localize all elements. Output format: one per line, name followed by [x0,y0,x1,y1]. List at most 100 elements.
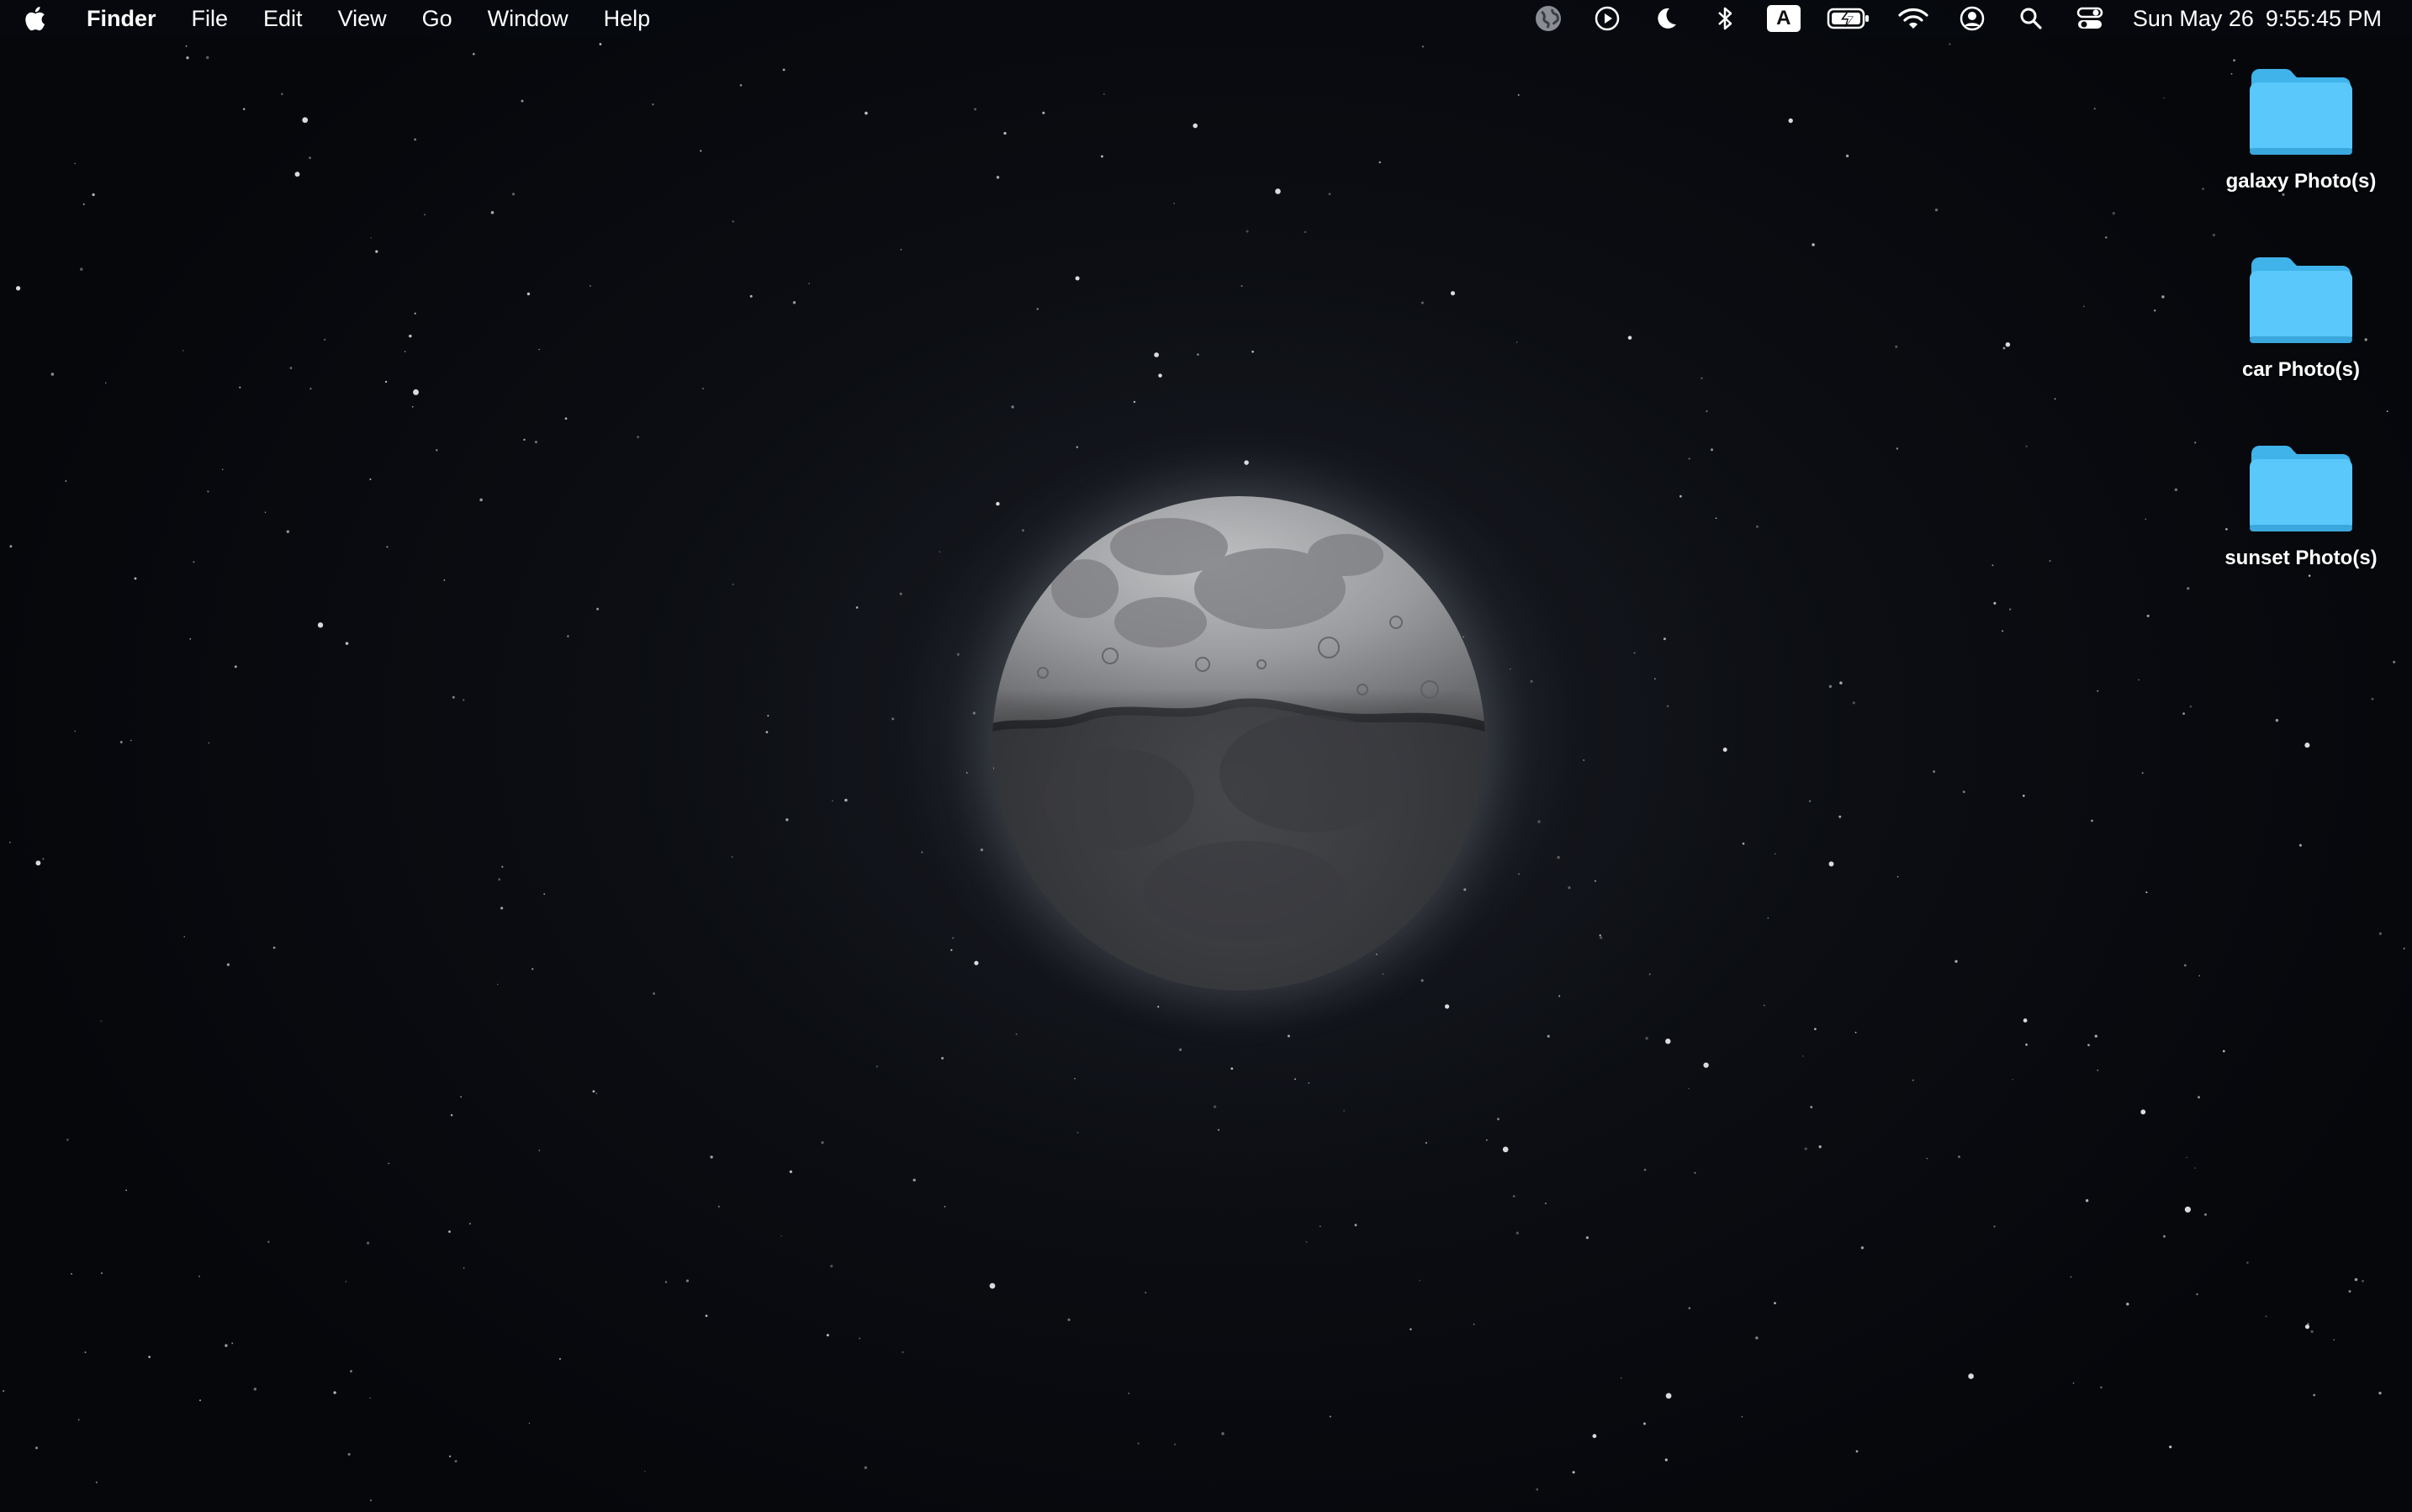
battery-charging-icon[interactable] [1826,0,1871,37]
star [501,865,504,868]
star [1812,243,1815,246]
star [643,1470,646,1472]
user-account-icon[interactable] [1955,0,1989,37]
star [1530,679,1533,683]
star [599,43,602,45]
desktop-folder-sunset-photos[interactable]: sunset Photo(s) [2200,442,2402,570]
star [2265,1315,2267,1318]
star [2187,587,2190,590]
star [1246,230,1249,233]
star [272,946,276,949]
star [2333,1339,2335,1341]
apple-menu-icon[interactable] [0,6,69,31]
star [239,386,241,389]
star [1755,525,1759,528]
star [952,937,955,939]
star [1421,45,1425,48]
star [2126,1303,2129,1306]
star [1828,685,1833,688]
star [592,1090,595,1093]
star [1015,1033,1018,1035]
star [234,665,237,669]
star [701,387,705,390]
star [1774,1302,1776,1304]
star [388,1162,389,1165]
moon-focus-icon[interactable] [1649,0,1683,37]
star [463,1267,465,1269]
star [864,1466,868,1470]
star [386,546,389,548]
star [1515,1231,1520,1235]
star [511,193,516,196]
bluetooth-icon[interactable] [1708,0,1742,37]
star [1688,457,1690,460]
star [2093,108,2096,110]
star [1627,336,1632,340]
play-circle-icon[interactable] [1590,0,1624,37]
star [1193,123,1198,129]
star [411,405,414,408]
control-center-icon[interactable] [2073,0,2107,37]
star [1036,308,1039,310]
star [82,203,85,205]
star [50,373,55,376]
menu-edit[interactable]: Edit [246,0,320,37]
star [1808,800,1812,802]
star [1599,934,1601,937]
star [900,248,902,251]
star [1497,1118,1500,1121]
menu-go[interactable]: Go [405,0,470,37]
spotlight-search-icon[interactable] [2014,0,2048,37]
star [185,45,188,47]
star [1810,1106,1813,1108]
star [2161,295,2165,299]
star [595,1092,598,1094]
menu-bar-clock[interactable]: Sun May 26 9:55:45 PM [2133,6,2382,32]
wifi-icon[interactable] [1896,0,1930,37]
star [538,1150,541,1151]
star [939,551,941,553]
menu-window[interactable]: Window [470,0,586,37]
star [280,93,283,96]
star [2282,193,2285,196]
star [1633,652,1636,654]
star [1354,1224,1357,1227]
star [875,1065,878,1068]
clock-time: 9:55:45 PM [2265,5,2382,31]
star [1230,1067,1234,1071]
input-source-icon[interactable]: A [1766,0,1801,37]
star [1419,1279,1420,1282]
star [1158,373,1162,378]
star [1993,1225,1996,1228]
desktop[interactable]: Finder File Edit View Go Window Help A S… [0,0,2412,1512]
globe-icon[interactable] [1531,0,1565,37]
star [289,367,293,370]
star [2378,932,2382,935]
star [253,1388,257,1391]
star [384,380,388,383]
star [443,579,446,581]
star [2198,975,2200,977]
star [1643,1168,1647,1171]
star [496,983,499,986]
star [490,211,495,214]
menu-view[interactable]: View [320,0,405,37]
star [564,417,568,420]
menu-help[interactable]: Help [586,0,669,37]
star [526,292,531,296]
star [2140,1109,2146,1115]
desktop-folder-galaxy-photos[interactable]: galaxy Photo(s) [2200,66,2402,193]
star [785,818,789,822]
desktop-folder-car-photos[interactable]: car Photo(s) [2200,254,2402,382]
star [1137,1442,1140,1445]
star [2246,1261,2249,1264]
star [1642,1422,1647,1425]
app-menu-finder[interactable]: Finder [69,0,174,37]
star [225,1344,228,1347]
star [1653,678,1656,680]
star [189,638,192,640]
star [782,68,785,71]
star [468,1222,472,1225]
menu-file[interactable]: File [174,0,246,37]
star [2378,1391,2382,1395]
